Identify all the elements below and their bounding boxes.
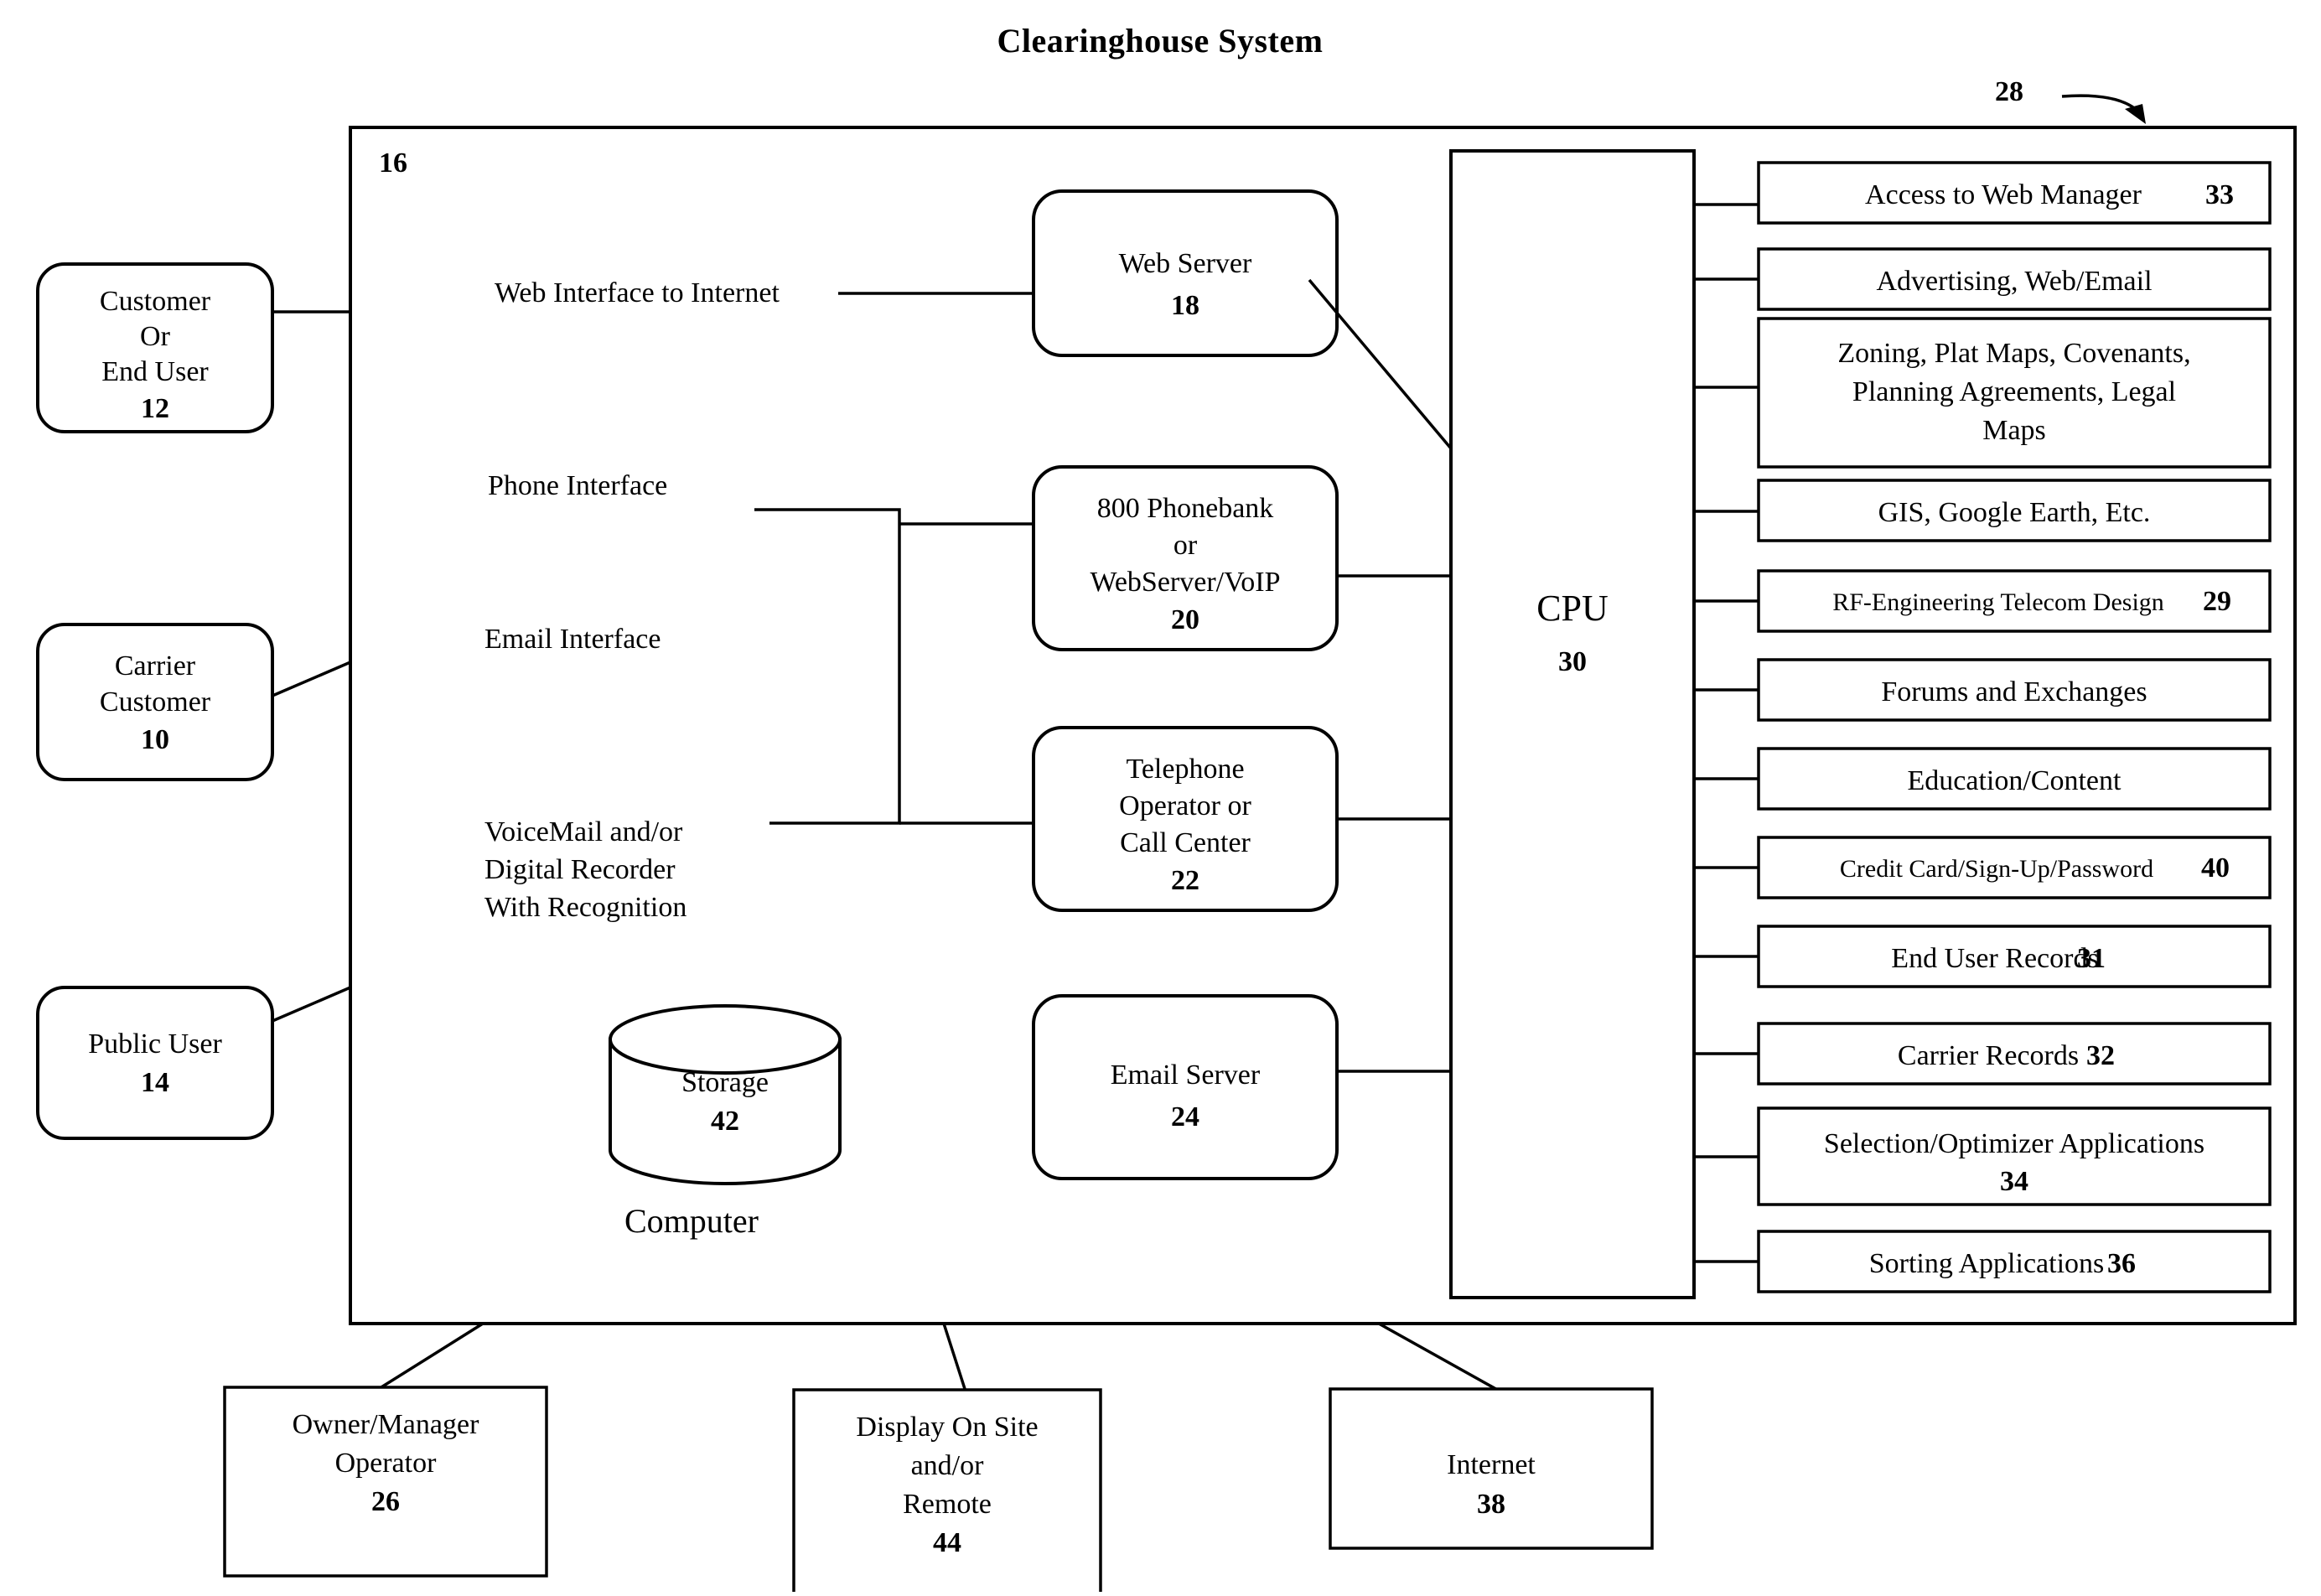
- module-selection-optimizer-ref: 34: [2000, 1166, 2028, 1197]
- output-display-ref: 44: [933, 1527, 961, 1558]
- output-internet-ref: 38: [1477, 1489, 1505, 1520]
- interface-voicemail-line1: VoiceMail and/or: [484, 816, 683, 847]
- actor-carrier-line2: Customer: [100, 687, 211, 718]
- module-carrier-records-ref: 32: [2086, 1040, 2115, 1071]
- computer-label: Computer: [624, 1202, 759, 1240]
- connector-system-to-internet: [1378, 1322, 1501, 1393]
- connector-public-user-to-system: [272, 986, 351, 1023]
- web-server-ref: 18: [1171, 290, 1199, 321]
- call-center-line2: Operator or: [1119, 790, 1251, 821]
- module-zoning-line2: Planning Agreements, Legal: [1852, 376, 2176, 407]
- output-display-line2: and/or: [911, 1450, 985, 1481]
- actor-customer-line2: Or: [140, 321, 171, 352]
- module-end-user-records-ref: 31: [2077, 943, 2106, 974]
- output-owner-manager-line1: Owner/Manager: [293, 1409, 479, 1440]
- interface-phone-label: Phone Interface: [488, 470, 667, 501]
- module-gis-label: GIS, Google Earth, Etc.: [1878, 497, 2151, 528]
- output-display-line3: Remote: [903, 1489, 992, 1520]
- call-center-line1: Telephone: [1126, 754, 1244, 785]
- connector-system-to-owner-manager: [376, 1322, 484, 1391]
- interface-voicemail-line2: Digital Recorder: [484, 854, 676, 885]
- email-server-ref: 24: [1171, 1101, 1199, 1132]
- system-container-ref: 16: [379, 148, 407, 179]
- actor-customer-line3: End User: [101, 356, 209, 387]
- actor-public-user-line1: Public User: [88, 1029, 222, 1060]
- module-education-label: Education/Content: [1908, 765, 2122, 796]
- output-owner-manager-ref: 26: [371, 1486, 400, 1517]
- figure-ref-number: 28: [1995, 76, 2023, 107]
- interface-email-label: Email Interface: [484, 624, 661, 655]
- cpu-ref: 30: [1558, 646, 1587, 677]
- module-sorting-ref: 36: [2107, 1248, 2136, 1279]
- output-display-line1: Display On Site: [856, 1412, 1038, 1443]
- actor-customer-line1: Customer: [100, 286, 211, 317]
- module-rf-engineering-label: RF-Engineering Telecom Design: [1832, 588, 2164, 616]
- actor-carrier-ref: 10: [141, 724, 169, 755]
- call-center-ref: 22: [1171, 865, 1199, 896]
- phonebank-ref: 20: [1171, 604, 1199, 635]
- email-server-label: Email Server: [1111, 1060, 1261, 1091]
- storage-ref: 42: [711, 1106, 739, 1137]
- storage-label: Storage: [681, 1067, 769, 1098]
- cpu-box[interactable]: [1449, 149, 1696, 1299]
- interface-voicemail-line3: With Recognition: [484, 892, 686, 923]
- actor-customer-ref: 12: [141, 393, 169, 424]
- cpu-label: CPU: [1536, 588, 1609, 629]
- clearinghouse-system-diagram: Clearinghouse System 28 16 Customer Or E…: [36, 22, 2297, 1596]
- call-center-line3: Call Center: [1120, 827, 1251, 858]
- phonebank-line3: WebServer/VoIP: [1090, 567, 1280, 598]
- figure-ref-arrowhead: [2125, 104, 2146, 124]
- module-access-web-manager-ref: 33: [2205, 179, 2234, 210]
- module-forums-label: Forums and Exchanges: [1881, 676, 2147, 707]
- module-carrier-records-label: Carrier Records: [1898, 1040, 2079, 1071]
- output-internet-label: Internet: [1447, 1449, 1536, 1480]
- phonebank-line1: 800 Phonebank: [1097, 493, 1274, 524]
- module-zoning-line1: Zoning, Plat Maps, Covenants,: [1837, 338, 2190, 369]
- module-sorting-label: Sorting Applications: [1869, 1248, 2105, 1279]
- module-credit-card-label: Credit Card/Sign-Up/Password: [1840, 855, 2153, 883]
- patent-figure: Clearinghouse System 28 16 Customer Or E…: [0, 0, 2321, 1596]
- module-credit-card-ref: 40: [2201, 852, 2230, 884]
- phonebank-line2: or: [1173, 530, 1198, 561]
- module-end-user-records-label: End User Records: [1891, 943, 2098, 974]
- interface-web-label: Web Interface to Internet: [495, 277, 780, 308]
- module-advertising-label: Advertising, Web/Email: [1876, 266, 2152, 297]
- actor-public-user-ref: 14: [141, 1067, 169, 1098]
- module-access-web-manager-label: Access to Web Manager: [1865, 179, 2142, 210]
- module-zoning-line3: Maps: [1982, 415, 2046, 446]
- connector-system-to-display: [942, 1323, 967, 1392]
- actor-carrier-line1: Carrier: [115, 650, 196, 681]
- figure-title: Clearinghouse System: [997, 22, 1324, 60]
- web-server-label: Web Server: [1119, 248, 1252, 279]
- connector-carrier-to-system: [272, 661, 351, 697]
- actor-public-user-box[interactable]: [36, 986, 274, 1140]
- module-selection-optimizer-label: Selection/Optimizer Applications: [1824, 1128, 2204, 1159]
- module-rf-engineering-ref: 29: [2203, 586, 2231, 617]
- storage-cylinder-top[interactable]: [609, 1004, 842, 1075]
- output-owner-manager-line2: Operator: [335, 1448, 438, 1479]
